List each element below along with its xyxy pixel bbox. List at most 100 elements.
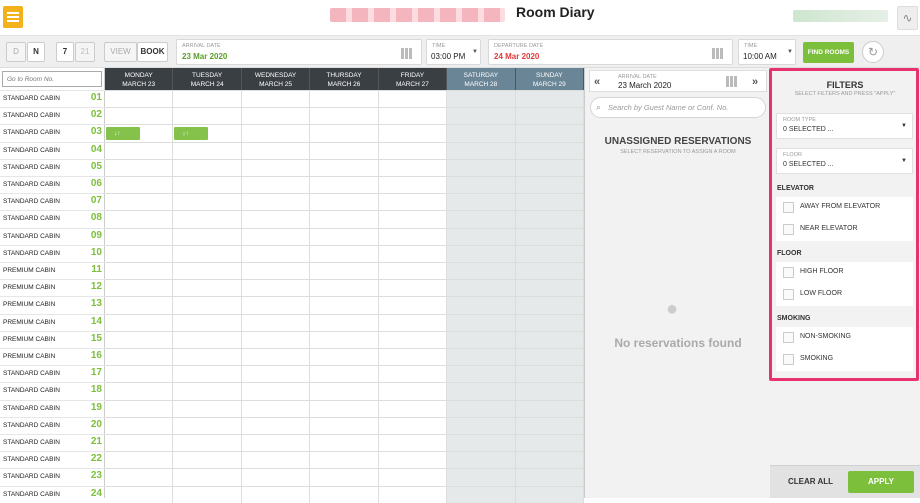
diary-cell[interactable] (105, 313, 174, 331)
diary-cell[interactable] (378, 296, 448, 314)
diary-cell[interactable] (378, 90, 448, 108)
diary-cell[interactable] (515, 399, 584, 417)
diary-cell[interactable] (173, 416, 242, 434)
clear-all-button[interactable]: CLEAR ALL (788, 477, 833, 486)
diary-cell[interactable] (241, 244, 311, 262)
diary-cell[interactable] (105, 485, 174, 503)
diary-cell[interactable] (515, 416, 584, 434)
checkbox[interactable] (783, 267, 794, 278)
diary-cell[interactable] (310, 330, 379, 348)
diary-cell[interactable] (173, 176, 242, 194)
refresh-icon[interactable]: ↻ (862, 41, 884, 63)
diary-cell[interactable] (241, 451, 311, 469)
away-elevator-option[interactable]: AWAY FROM ELEVATOR (776, 197, 913, 219)
diary-cell[interactable] (447, 141, 516, 159)
diary-cell[interactable] (241, 158, 311, 176)
chevron-right-icon[interactable]: » (752, 76, 758, 88)
diary-cell[interactable] (447, 382, 516, 400)
diary-cell[interactable] (310, 416, 379, 434)
diary-cell[interactable] (447, 90, 516, 108)
diary-cell[interactable] (378, 193, 448, 211)
diary-cell[interactable] (515, 365, 584, 383)
diary-cell[interactable] (378, 158, 448, 176)
booking-block[interactable]: ↓↑ (106, 126, 140, 140)
diary-cell[interactable] (173, 244, 242, 262)
room-row[interactable]: STANDARD CABIN 24 (0, 485, 105, 503)
diary-cell[interactable] (241, 227, 311, 245)
diary-cell[interactable] (105, 348, 174, 366)
diary-cell[interactable] (515, 141, 584, 159)
room-row[interactable]: STANDARD CABIN 04 (0, 141, 105, 159)
diary-cell[interactable] (515, 330, 584, 348)
diary-cell[interactable] (241, 365, 311, 383)
arrival-time-field[interactable]: TIME 03:00 PM ▼ (426, 39, 481, 65)
room-row[interactable]: PREMIUM CABIN 15 (0, 330, 105, 348)
floor-select[interactable]: FLOOR 0 SELECTED ... ▼ (776, 148, 913, 174)
diary-cell[interactable] (105, 451, 174, 469)
diary-cell[interactable] (310, 382, 379, 400)
diary-cell[interactable] (173, 90, 242, 108)
diary-cell[interactable] (105, 279, 174, 297)
diary-cell[interactable] (447, 330, 516, 348)
guest-search-input[interactable]: ⌕ Search by Guest Name or Conf. No. (590, 97, 766, 118)
diary-cell[interactable] (515, 262, 584, 280)
diary-cell[interactable] (310, 107, 379, 125)
booking-block[interactable]: ↓↑ (174, 126, 209, 140)
diary-cell[interactable] (310, 227, 379, 245)
diary-cell[interactable] (105, 330, 174, 348)
diary-cell[interactable] (515, 348, 584, 366)
room-row[interactable]: STANDARD CABIN 08 (0, 210, 105, 227)
diary-cell[interactable] (378, 468, 448, 486)
diary-cell[interactable] (378, 244, 448, 262)
chevron-left-icon[interactable]: « (594, 76, 600, 88)
diary-cell[interactable] (241, 348, 311, 366)
diary-cell[interactable] (515, 279, 584, 297)
diary-cell[interactable] (105, 365, 174, 383)
room-row[interactable]: STANDARD CABIN 01 (0, 90, 105, 107)
night-toggle[interactable]: N (27, 42, 45, 62)
room-row[interactable]: PREMIUM CABIN 11 (0, 262, 105, 279)
diary-cell[interactable] (105, 107, 174, 125)
diary-cell[interactable] (310, 468, 379, 486)
diary-cell[interactable] (378, 210, 448, 228)
diary-cell[interactable] (105, 434, 174, 452)
activity-icon[interactable]: ∿ (897, 6, 918, 30)
diary-cell[interactable] (447, 107, 516, 125)
diary-cell[interactable] (378, 124, 448, 142)
diary-cell[interactable] (173, 141, 242, 159)
view-mode-toggle[interactable]: VIEW (104, 42, 137, 62)
diary-cell[interactable] (241, 416, 311, 434)
diary-cell[interactable] (447, 244, 516, 262)
diary-cell[interactable] (378, 227, 448, 245)
book-mode-toggle[interactable]: BOOK (137, 42, 168, 62)
diary-cell[interactable] (447, 210, 516, 228)
room-row[interactable]: STANDARD CABIN 09 (0, 227, 105, 245)
diary-cell[interactable] (105, 210, 174, 228)
diary-cell[interactable] (378, 416, 448, 434)
diary-cell[interactable] (173, 313, 242, 331)
diary-cell[interactable] (173, 468, 242, 486)
diary-cell[interactable] (310, 158, 379, 176)
smoking-option[interactable]: SMOKING (776, 349, 913, 371)
diary-cell[interactable] (241, 434, 311, 452)
diary-cell[interactable] (447, 434, 516, 452)
diary-cell[interactable] (515, 313, 584, 331)
diary-cell[interactable] (241, 399, 311, 417)
diary-cell[interactable] (105, 382, 174, 400)
diary-cell[interactable] (378, 365, 448, 383)
diary-cell[interactable] (515, 124, 584, 142)
diary-cell[interactable] (173, 296, 242, 314)
room-row[interactable]: STANDARD CABIN 06 (0, 176, 105, 193)
goto-room-input[interactable] (2, 71, 102, 87)
diary-cell[interactable] (105, 141, 174, 159)
diary-cell[interactable] (447, 279, 516, 297)
diary-cell[interactable] (241, 124, 311, 142)
diary-cell[interactable] (105, 176, 174, 194)
diary-cell[interactable] (105, 468, 174, 486)
diary-cell[interactable] (173, 399, 242, 417)
diary-cell[interactable] (515, 158, 584, 176)
diary-cell[interactable] (515, 382, 584, 400)
diary-cell[interactable] (378, 399, 448, 417)
room-row[interactable]: STANDARD CABIN 10 (0, 244, 105, 262)
diary-cell[interactable] (105, 416, 174, 434)
